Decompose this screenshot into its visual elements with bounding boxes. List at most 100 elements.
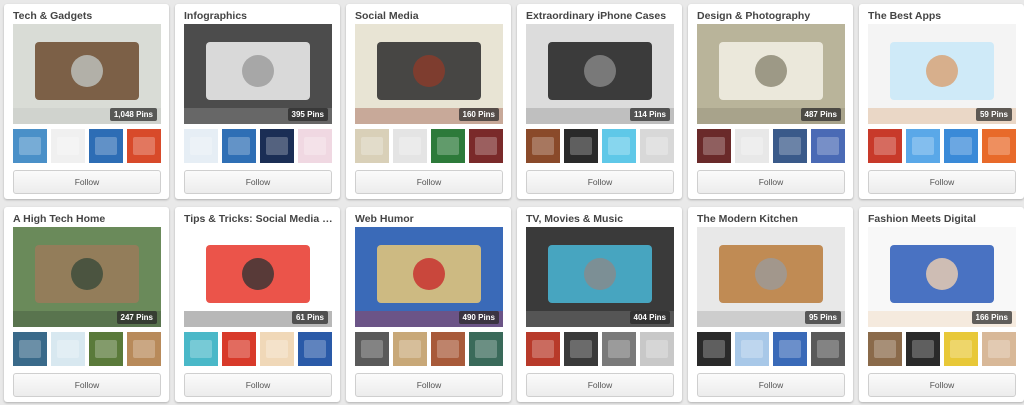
pin-thumbnail[interactable] [906,332,940,366]
board-title[interactable]: The Best Apps [868,10,1018,22]
pin-thumbnail[interactable] [51,332,85,366]
board-card[interactable]: The Modern Kitchen 95 Pins Follow [688,207,853,402]
thumbnail-strip [184,332,332,366]
board-card[interactable]: Tips & Tricks: Social Media a... 61 Pins… [175,207,340,402]
pin-thumbnail[interactable] [431,129,465,163]
follow-button[interactable]: Follow [13,373,161,397]
pin-thumbnail[interactable] [51,129,85,163]
pin-thumbnail[interactable] [13,332,47,366]
board-card[interactable]: Extraordinary iPhone Cases 114 Pins Foll… [517,4,682,199]
pin-thumbnail[interactable] [89,129,123,163]
follow-button[interactable]: Follow [697,170,845,194]
pin-thumbnail[interactable] [602,129,636,163]
board-cover[interactable]: 160 Pins [355,24,503,124]
thumbnail-strip [697,129,845,163]
board-title[interactable]: Social Media [355,10,505,22]
pin-thumbnail[interactable] [127,332,161,366]
board-card[interactable]: Social Media 160 Pins Follow [346,4,511,199]
board-cover[interactable]: 404 Pins [526,227,674,327]
board-cover[interactable]: 1,048 Pins [13,24,161,124]
board-cover[interactable]: 487 Pins [697,24,845,124]
board-cover[interactable]: 95 Pins [697,227,845,327]
board-title[interactable]: Fashion Meets Digital [868,213,1018,225]
board-card[interactable]: Design & Photography 487 Pins Follow [688,4,853,199]
board-title[interactable]: TV, Movies & Music [526,213,676,225]
pin-thumbnail[interactable] [773,129,807,163]
pin-thumbnail[interactable] [469,129,503,163]
follow-button[interactable]: Follow [868,373,1016,397]
follow-button[interactable]: Follow [355,170,503,194]
pin-thumbnail[interactable] [355,332,389,366]
pin-thumbnail[interactable] [431,332,465,366]
board-card[interactable]: Tech & Gadgets 1,048 Pins Follow [4,4,169,199]
pin-count-badge: 487 Pins [800,108,841,121]
follow-button[interactable]: Follow [697,373,845,397]
pin-thumbnail[interactable] [982,129,1016,163]
pin-thumbnail[interactable] [944,332,978,366]
pin-thumbnail[interactable] [735,129,769,163]
pin-thumbnail[interactable] [640,129,674,163]
board-cover[interactable]: 114 Pins [526,24,674,124]
pin-thumbnail[interactable] [355,129,389,163]
pin-thumbnail[interactable] [298,332,332,366]
pin-thumbnail[interactable] [735,332,769,366]
board-title[interactable]: Web Humor [355,213,505,225]
pin-thumbnail[interactable] [260,332,294,366]
pin-thumbnail[interactable] [526,332,560,366]
pin-thumbnail[interactable] [260,129,294,163]
follow-button[interactable]: Follow [355,373,503,397]
pin-thumbnail[interactable] [868,332,902,366]
pin-thumbnail[interactable] [89,332,123,366]
pin-thumbnail[interactable] [868,129,902,163]
pin-thumbnail[interactable] [184,129,218,163]
pin-thumbnail[interactable] [697,332,731,366]
pin-thumbnail[interactable] [811,129,845,163]
board-title[interactable]: Tips & Tricks: Social Media a... [184,213,334,225]
board-card[interactable]: The Best Apps 59 Pins Follow [859,4,1024,199]
pin-thumbnail[interactable] [982,332,1016,366]
pin-thumbnail[interactable] [469,332,503,366]
pin-thumbnail[interactable] [526,129,560,163]
board-title[interactable]: Infographics [184,10,334,22]
pin-thumbnail[interactable] [906,129,940,163]
pin-thumbnail[interactable] [393,332,427,366]
follow-button[interactable]: Follow [868,170,1016,194]
board-title[interactable]: Tech & Gadgets [13,10,163,22]
follow-button[interactable]: Follow [526,373,674,397]
pin-thumbnail[interactable] [13,129,47,163]
board-cover[interactable]: 59 Pins [868,24,1016,124]
board-title[interactable]: The Modern Kitchen [697,213,847,225]
pin-thumbnail[interactable] [298,129,332,163]
board-title[interactable]: A High Tech Home [13,213,163,225]
pin-thumbnail[interactable] [222,129,256,163]
board-card[interactable]: Fashion Meets Digital 166 Pins Follow [859,207,1024,402]
pin-thumbnail[interactable] [811,332,845,366]
board-card[interactable]: A High Tech Home 247 Pins Follow [4,207,169,402]
pin-count-badge: 160 Pins [458,108,499,121]
board-cover[interactable]: 247 Pins [13,227,161,327]
board-title[interactable]: Extraordinary iPhone Cases [526,10,676,22]
board-card[interactable]: Infographics 395 Pins Follow [175,4,340,199]
board-cover[interactable]: 166 Pins [868,227,1016,327]
board-card[interactable]: TV, Movies & Music 404 Pins Follow [517,207,682,402]
pin-thumbnail[interactable] [127,129,161,163]
board-cover[interactable]: 395 Pins [184,24,332,124]
pin-thumbnail[interactable] [222,332,256,366]
board-cover[interactable]: 61 Pins [184,227,332,327]
pin-thumbnail[interactable] [564,332,598,366]
pin-thumbnail[interactable] [773,332,807,366]
pin-thumbnail[interactable] [944,129,978,163]
board-title[interactable]: Design & Photography [697,10,847,22]
follow-button[interactable]: Follow [13,170,161,194]
follow-button[interactable]: Follow [184,373,332,397]
pin-thumbnail[interactable] [640,332,674,366]
board-card[interactable]: Web Humor 490 Pins Follow [346,207,511,402]
follow-button[interactable]: Follow [526,170,674,194]
pin-thumbnail[interactable] [393,129,427,163]
pin-thumbnail[interactable] [564,129,598,163]
pin-thumbnail[interactable] [697,129,731,163]
follow-button[interactable]: Follow [184,170,332,194]
pin-thumbnail[interactable] [602,332,636,366]
pin-thumbnail[interactable] [184,332,218,366]
board-cover[interactable]: 490 Pins [355,227,503,327]
